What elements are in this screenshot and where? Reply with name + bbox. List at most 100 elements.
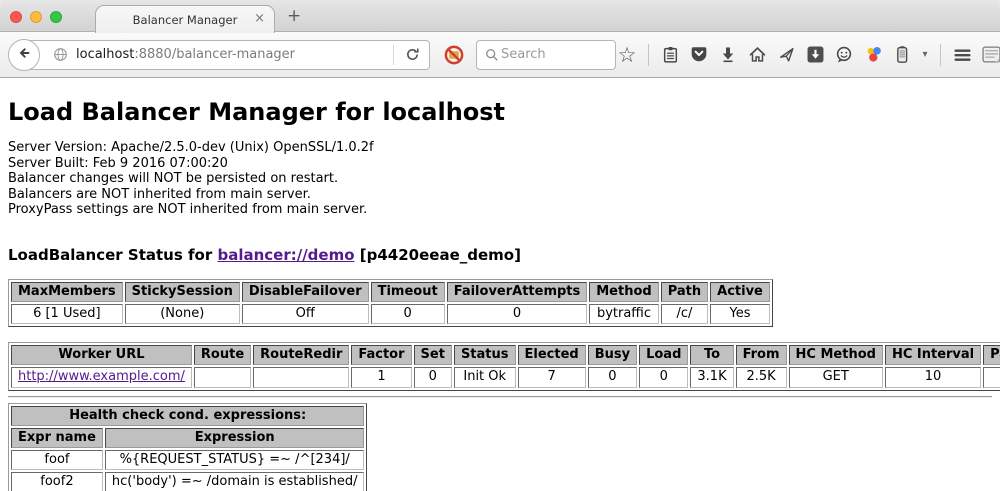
toolbar-divider bbox=[648, 44, 649, 66]
col-expr-name: Expr name bbox=[11, 428, 103, 448]
cell-timeout: 0 bbox=[371, 304, 445, 324]
col-method: Method bbox=[589, 282, 658, 302]
cell-elected: 7 bbox=[518, 367, 586, 387]
server-version-line: Server Version: Apache/2.5.0-dev (Unix) … bbox=[8, 140, 992, 156]
cell-maxmembers: 6 [1 Used] bbox=[11, 304, 123, 324]
col-busy: Busy bbox=[588, 345, 637, 365]
col-elected: Elected bbox=[518, 345, 586, 365]
window-zoom-button[interactable] bbox=[50, 11, 62, 23]
downloads-icon[interactable] bbox=[717, 43, 739, 67]
tab-title: Balancer Manager bbox=[133, 13, 238, 27]
col-maxmembers: MaxMembers bbox=[11, 282, 123, 302]
bookmark-star-icon[interactable]: ☆ bbox=[616, 43, 638, 67]
search-field[interactable] bbox=[476, 40, 616, 70]
inherit-notice-line: Balancers are NOT inherited from main se… bbox=[8, 187, 992, 203]
col-hc-interval: HC Interval bbox=[885, 345, 981, 365]
chat-smiley-icon[interactable] bbox=[833, 43, 855, 67]
cell-to: 3.1K bbox=[690, 367, 733, 387]
reload-icon[interactable] bbox=[401, 43, 423, 67]
cell-expr-name: foof2 bbox=[11, 472, 103, 491]
cell-disablefailover: Off bbox=[242, 304, 369, 324]
col-timeout: Timeout bbox=[371, 282, 445, 302]
table-row: 6 [1 Used] (None) Off 0 0 bytraffic /c/ … bbox=[11, 304, 770, 324]
server-built-line: Server Built: Feb 9 2016 07:00:20 bbox=[8, 156, 992, 172]
server-info: Server Version: Apache/2.5.0-dev (Unix) … bbox=[8, 140, 992, 218]
cell-hc-interval: 10 bbox=[885, 367, 981, 387]
workers-table: Worker URL Route RouteRedir Factor Set S… bbox=[8, 342, 1000, 391]
window-close-button[interactable] bbox=[10, 11, 22, 23]
table-header-row: Expr name Expression bbox=[11, 428, 364, 448]
video-download-icon[interactable] bbox=[804, 43, 826, 67]
menu-hamburger-icon[interactable] bbox=[951, 43, 973, 67]
worker-row: http://www.example.com/ 1 0 Init Ok 7 0 … bbox=[11, 367, 1000, 387]
balancer-demo-link[interactable]: balancer://demo bbox=[217, 246, 354, 264]
col-load: Load bbox=[639, 345, 688, 365]
send-tab-icon[interactable] bbox=[775, 43, 797, 67]
cell-routeredir bbox=[253, 367, 349, 387]
cell-expression: %{REQUEST_STATUS} =~ /^[234]/ bbox=[105, 450, 365, 470]
status-heading-prefix: LoadBalancer Status for bbox=[8, 246, 217, 264]
home-icon[interactable] bbox=[746, 43, 768, 67]
col-status: Status bbox=[454, 345, 516, 365]
cell-status: Init Ok bbox=[454, 367, 516, 387]
browser-window: Balancer Manager × + localhost:8880/bala… bbox=[0, 0, 1000, 491]
clipper-battery-icon[interactable] bbox=[891, 43, 913, 67]
health-table-title: Health check cond. expressions: bbox=[11, 406, 364, 426]
col-set: Set bbox=[414, 345, 452, 365]
col-to: To bbox=[690, 345, 733, 365]
pocket-icon[interactable] bbox=[688, 43, 710, 67]
url-divider bbox=[393, 45, 394, 65]
cell-worker-url: http://www.example.com/ bbox=[11, 367, 192, 387]
tab-balancer-manager[interactable]: Balancer Manager × bbox=[95, 5, 275, 33]
col-path: Path bbox=[661, 282, 708, 302]
cell-path: /c/ bbox=[661, 304, 708, 324]
clipper-dropdown-caret-icon[interactable]: ▾ bbox=[920, 43, 930, 67]
col-stickysession: StickySession bbox=[125, 282, 240, 302]
status-heading-suffix: [p4420eeae_demo] bbox=[355, 246, 521, 264]
table-header-row: Worker URL Route RouteRedir Factor Set S… bbox=[11, 345, 1000, 365]
col-disablefailover: DisableFailover bbox=[242, 282, 369, 302]
col-worker-url: Worker URL bbox=[11, 345, 192, 365]
page-content: Load Balancer Manager for localhost Serv… bbox=[0, 78, 1000, 491]
table-title-row: Health check cond. expressions: bbox=[11, 406, 364, 426]
back-button[interactable] bbox=[8, 39, 40, 71]
url-bar[interactable]: localhost:8880/balancer-manager bbox=[22, 40, 430, 70]
toolbar-divider bbox=[940, 44, 941, 66]
url-path: :8880/balancer-manager bbox=[134, 47, 295, 62]
cell-stickysession: (None) bbox=[125, 304, 240, 324]
window-controls bbox=[10, 11, 62, 23]
color-dots-icon[interactable] bbox=[862, 43, 884, 67]
col-route: Route bbox=[194, 345, 251, 365]
search-icon bbox=[483, 43, 501, 67]
new-tab-button[interactable]: + bbox=[287, 6, 301, 26]
navigation-toolbar: localhost:8880/balancer-manager ☆ bbox=[0, 32, 1000, 78]
cell-route bbox=[194, 367, 251, 387]
section-divider-rule bbox=[8, 396, 992, 398]
table-row: foof %{REQUEST_STATUS} =~ /^[234]/ bbox=[11, 450, 364, 470]
site-identity-globe-icon[interactable] bbox=[49, 43, 71, 67]
cell-set: 0 bbox=[414, 367, 452, 387]
titlebar: Balancer Manager × + bbox=[0, 0, 1000, 32]
cell-load: 0 bbox=[639, 367, 688, 387]
tab-close-icon[interactable]: × bbox=[254, 12, 265, 26]
col-active: Active bbox=[710, 282, 770, 302]
proxypass-notice-line: ProxyPass settings are NOT inherited fro… bbox=[8, 202, 992, 218]
plugin-blocked-icon[interactable] bbox=[443, 44, 465, 66]
col-passes: Passes bbox=[983, 345, 1000, 365]
col-factor: Factor bbox=[351, 345, 411, 365]
cell-expr-name: foof bbox=[11, 450, 103, 470]
reading-list-icon[interactable] bbox=[659, 43, 681, 67]
worker-url-link[interactable]: http://www.example.com/ bbox=[18, 369, 185, 384]
cell-busy: 0 bbox=[588, 367, 637, 387]
back-arrow-icon bbox=[16, 45, 32, 65]
search-input[interactable] bbox=[501, 47, 601, 62]
addon-grid-icon[interactable] bbox=[980, 43, 1000, 67]
health-check-table: Health check cond. expressions: Expr nam… bbox=[8, 403, 367, 491]
toolbar-icons: ☆ bbox=[616, 43, 1000, 67]
cell-hc-method: GET bbox=[789, 367, 883, 387]
cell-active: Yes bbox=[710, 304, 770, 324]
page-title: Load Balancer Manager for localhost bbox=[8, 98, 992, 126]
url-domain: localhost bbox=[76, 47, 134, 62]
cell-expression: hc('body') =~ /domain is established/ bbox=[105, 472, 365, 491]
window-minimize-button[interactable] bbox=[30, 11, 42, 23]
